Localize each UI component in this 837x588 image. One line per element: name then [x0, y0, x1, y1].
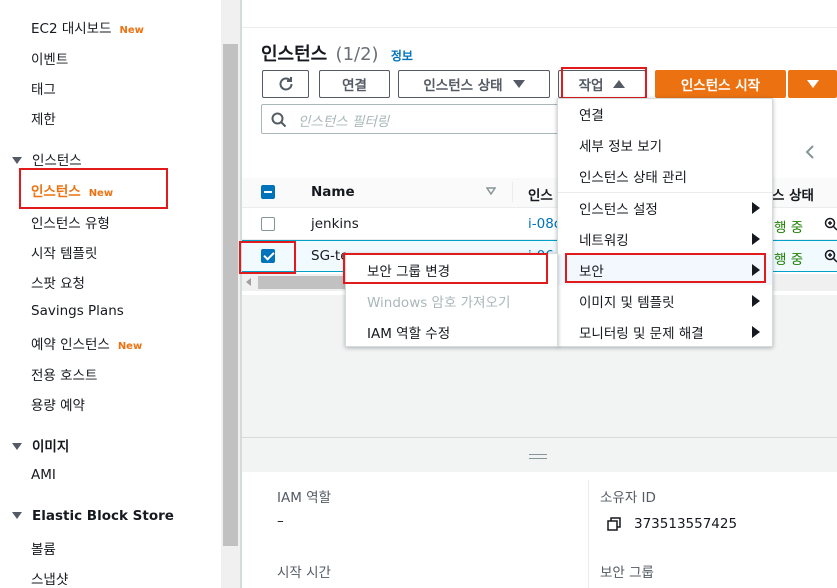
- sidebar-item-volumes[interactable]: 볼륨: [31, 538, 56, 558]
- column-header-name[interactable]: Name: [311, 184, 355, 200]
- page-title: 인스턴스 (1/2) 정보: [261, 44, 413, 65]
- menu-item-instance-settings[interactable]: 인스턴스 설정: [558, 192, 772, 223]
- select-all-checkbox[interactable]: [261, 185, 275, 199]
- chevron-right-icon: [752, 232, 760, 245]
- menu-item-view-details[interactable]: 세부 정보 보기: [558, 129, 772, 160]
- chevron-left-icon[interactable]: [804, 144, 816, 160]
- drag-handle-icon[interactable]: [529, 458, 547, 459]
- sidebar-item-snapshots[interactable]: 스냅샷: [31, 568, 68, 588]
- instance-count: (1/2): [335, 44, 379, 65]
- caret-down-icon: [12, 512, 22, 519]
- iam-role-value: –: [277, 513, 284, 529]
- launch-time-label: 시작 시간: [277, 565, 331, 581]
- instance-details: [242, 472, 837, 588]
- menu-item-connect[interactable]: 연결: [558, 99, 772, 129]
- highlight-box: [561, 67, 647, 99]
- menu-item-get-windows-password: Windows 암호 가져오기: [367, 294, 511, 311]
- chevron-right-icon: [752, 201, 760, 214]
- caret-down-icon: [512, 80, 525, 88]
- menu-item-modify-iam-role[interactable]: IAM 역할 수정: [346, 316, 557, 347]
- drag-handle-icon[interactable]: [529, 454, 547, 455]
- column-divider: [588, 480, 589, 588]
- owner-id-value: 373513557425: [634, 516, 738, 532]
- highlight-box: [19, 168, 168, 209]
- highlight-box: [239, 241, 296, 274]
- sidebar-item-dedicated-hosts[interactable]: 전용 호스트: [31, 364, 97, 384]
- caret-down-icon: [806, 80, 819, 88]
- instance-state-button[interactable]: 인스턴스 상태: [398, 70, 550, 98]
- zoom-in-icon[interactable]: [824, 249, 837, 263]
- launch-dropdown-button[interactable]: [788, 70, 837, 98]
- sidebar-item-reserved-instances[interactable]: 예약 인스턴스 New: [31, 333, 142, 353]
- refresh-button[interactable]: [262, 70, 309, 98]
- menu-item-networking[interactable]: 네트워킹: [558, 223, 772, 254]
- instance-state: 행 중: [774, 220, 804, 236]
- sidebar-item-events[interactable]: 이벤트: [31, 48, 68, 68]
- highlight-box: [565, 253, 766, 283]
- chevron-right-icon: [752, 294, 760, 307]
- actions-menu: 연결 세부 정보 보기 인스턴스 상태 관리 인스턴스 설정 네트워킹 보안 이…: [557, 98, 773, 347]
- column-header-state[interactable]: 스 상태: [772, 184, 814, 204]
- chevron-right-icon: [752, 325, 760, 338]
- sidebar-section-images[interactable]: 이미지: [12, 435, 69, 455]
- column-header-id[interactable]: 인스: [528, 184, 553, 204]
- search-icon: [271, 112, 287, 128]
- top-bar: [242, 0, 837, 28]
- row-checkbox[interactable]: [261, 217, 275, 231]
- sidebar-item-savings-plans[interactable]: Savings Plans: [31, 303, 124, 319]
- iam-role-label: IAM 역할: [277, 490, 331, 506]
- instance-name: jenkins: [311, 216, 359, 232]
- menu-item-monitor-troubleshoot[interactable]: 모니터링 및 문제 해결: [558, 316, 772, 347]
- sidebar-item-ec2-dashboard[interactable]: EC2 대시보드 New: [31, 17, 144, 37]
- sidebar-item-limits[interactable]: 제한: [31, 108, 56, 128]
- split-divider: [242, 437, 837, 438]
- caret-down-icon: [12, 157, 22, 164]
- new-badge: New: [117, 341, 143, 352]
- sidebar-section-ebs[interactable]: Elastic Block Store: [12, 508, 174, 524]
- scroll-left-icon[interactable]: [246, 278, 251, 286]
- menu-item-images-templates[interactable]: 이미지 및 템플릿: [558, 285, 772, 316]
- zoom-in-icon[interactable]: [824, 217, 837, 231]
- sidebar-section-instances[interactable]: 인스턴스: [12, 149, 82, 169]
- sidebar-scrollbar-thumb[interactable]: [223, 44, 238, 546]
- new-badge: New: [119, 25, 144, 36]
- instance-state: 행 중: [774, 252, 804, 268]
- refresh-icon: [279, 77, 292, 91]
- sidebar: EC2 대시보드 New 이벤트 태그 제한 인스턴스 인스턴스 New 인스턴스 …: [0, 0, 221, 588]
- sidebar-item-spot-requests[interactable]: 스팟 요청: [31, 272, 85, 292]
- security-group-label: 보안 그룹: [600, 565, 654, 581]
- sort-icon[interactable]: [486, 187, 496, 195]
- sidebar-item-ami[interactable]: AMI: [31, 467, 56, 483]
- sidebar-item-launch-templates[interactable]: 시작 템플릿: [31, 242, 97, 262]
- sidebar-item-capacity-reservations[interactable]: 용량 예약: [31, 394, 85, 414]
- owner-id-label: 소유자 ID: [600, 490, 656, 506]
- info-link[interactable]: 정보: [391, 49, 413, 63]
- menu-item-manage-instance-state[interactable]: 인스턴스 상태 관리: [558, 160, 772, 191]
- launch-instances-button[interactable]: 인스턴스 시작: [655, 70, 786, 98]
- copy-icon[interactable]: [607, 517, 621, 531]
- caret-down-icon: [12, 443, 22, 450]
- column-divider: [512, 182, 513, 202]
- search-input[interactable]: 인스턴스 필터링: [261, 104, 561, 134]
- search-placeholder: 인스턴스 필터링: [298, 114, 390, 130]
- sidebar-item-tags[interactable]: 태그: [31, 78, 56, 98]
- highlight-box: [343, 253, 548, 284]
- sidebar-item-instance-types[interactable]: 인스턴스 유형: [31, 212, 110, 232]
- connect-button[interactable]: 연결: [319, 70, 390, 98]
